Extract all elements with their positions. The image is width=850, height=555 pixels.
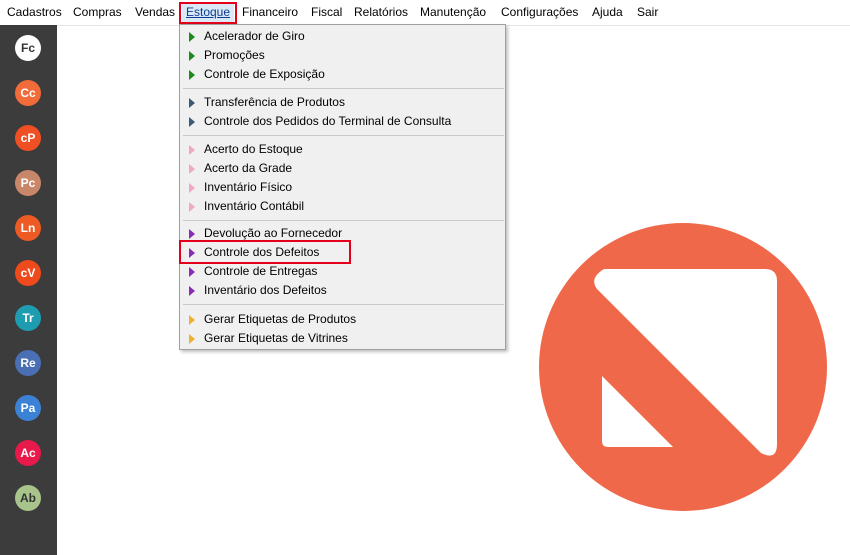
sidebar: Fc Cc cP Pc Ln cV Tr Re Pa Ac Ab xyxy=(0,25,57,555)
arrow-right-icon xyxy=(189,315,195,325)
sidebar-button-ab[interactable]: Ab xyxy=(15,485,41,511)
sidebar-button-pc[interactable]: Pc xyxy=(15,170,41,196)
menu-item-label: Controle de Exposição xyxy=(204,67,325,81)
arrow-right-icon xyxy=(189,267,195,277)
sidebar-button-ln[interactable]: Ln xyxy=(15,215,41,241)
menu-estoque[interactable]: Estoque xyxy=(182,3,235,22)
arrow-right-icon xyxy=(189,70,195,80)
menu-compras[interactable]: Compras xyxy=(73,3,122,22)
arrow-right-icon xyxy=(189,32,195,42)
menu-item-label: Inventário Contábil xyxy=(204,199,305,213)
menu-bar: Cadastros Compras Vendas Estoque Finance… xyxy=(0,0,850,26)
menu-item-acerto-da-grade[interactable]: Acerto da Grade xyxy=(180,159,505,178)
arrow-right-icon xyxy=(189,229,195,239)
menu-separator xyxy=(183,135,504,136)
menu-item-label: Inventário Físico xyxy=(204,180,293,194)
menu-item-label: Acelerador de Giro xyxy=(204,29,305,43)
menu-item-inventario-fisico[interactable]: Inventário Físico xyxy=(180,178,505,197)
menu-item-label: Controle de Entregas xyxy=(204,264,318,278)
sidebar-button-pa[interactable]: Pa xyxy=(15,395,41,421)
arrow-right-icon xyxy=(189,145,195,155)
arrow-right-icon xyxy=(189,164,195,174)
menu-item-controle-de-entregas[interactable]: Controle de Entregas xyxy=(180,262,505,281)
menu-manutencao[interactable]: Manutenção xyxy=(420,3,486,22)
menu-item-devolucao-ao-fornecedor[interactable]: Devolução ao Fornecedor xyxy=(180,224,505,243)
menu-configuracoes[interactable]: Configurações xyxy=(501,3,578,22)
menu-item-acelerador-de-giro[interactable]: Acelerador de Giro xyxy=(180,27,505,46)
brand-logo xyxy=(539,223,827,511)
menu-separator xyxy=(183,220,504,221)
sidebar-button-fc[interactable]: Fc xyxy=(15,35,41,61)
sidebar-button-re[interactable]: Re xyxy=(15,350,41,376)
arrow-right-icon xyxy=(189,183,195,193)
menu-item-controle-dos-defeitos[interactable]: Controle dos Defeitos xyxy=(180,243,505,262)
menu-relatorios[interactable]: Relatórios xyxy=(354,3,408,22)
menu-item-label: Devolução ao Fornecedor xyxy=(204,226,343,240)
menu-item-label: Transferência de Produtos xyxy=(204,95,345,109)
sidebar-button-tr[interactable]: Tr xyxy=(15,305,41,331)
menu-item-label: Controle dos Defeitos xyxy=(204,245,320,259)
menu-item-label: Gerar Etiquetas de Vitrines xyxy=(204,331,348,345)
menu-item-controle-dos-pedidos[interactable]: Controle dos Pedidos do Terminal de Cons… xyxy=(180,112,505,131)
menu-item-inventario-contabil[interactable]: Inventário Contábil xyxy=(180,197,505,216)
menu-item-controle-de-exposicao[interactable]: Controle de Exposição xyxy=(180,65,505,84)
menu-item-label: Acerto da Grade xyxy=(204,161,293,175)
menu-item-inventario-dos-defeitos[interactable]: Inventário dos Defeitos xyxy=(180,281,505,300)
menu-separator xyxy=(183,88,504,89)
estoque-dropdown-menu: Acelerador de Giro Promoções Controle de… xyxy=(179,24,506,350)
arrow-right-icon xyxy=(189,51,195,61)
arrow-right-icon xyxy=(189,117,195,127)
menu-item-label: Acerto do Estoque xyxy=(204,142,303,156)
arrow-right-icon xyxy=(189,334,195,344)
menu-cadastros[interactable]: Cadastros xyxy=(7,3,62,22)
menu-sair[interactable]: Sair xyxy=(637,3,658,22)
menu-estoque-label: Estoque xyxy=(186,5,231,19)
menu-vendas[interactable]: Vendas xyxy=(135,3,175,22)
arrow-right-icon xyxy=(189,202,195,212)
menu-item-label: Controle dos Pedidos do Terminal de Cons… xyxy=(204,114,452,128)
arrow-right-icon xyxy=(189,286,195,296)
menu-item-gerar-etiquetas-de-vitrines[interactable]: Gerar Etiquetas de Vitrines xyxy=(180,329,505,348)
menu-ajuda[interactable]: Ajuda xyxy=(592,3,623,22)
arrow-right-icon xyxy=(189,248,195,258)
sidebar-button-cc[interactable]: Cc xyxy=(15,80,41,106)
menu-financeiro[interactable]: Financeiro xyxy=(242,3,298,22)
menu-item-promocoes[interactable]: Promoções xyxy=(180,46,505,65)
arrow-right-icon xyxy=(189,98,195,108)
sidebar-button-cv[interactable]: cV xyxy=(15,260,41,286)
menu-item-transferencia-de-produtos[interactable]: Transferência de Produtos xyxy=(180,93,505,112)
menu-item-label: Gerar Etiquetas de Produtos xyxy=(204,312,357,326)
sidebar-button-ac[interactable]: Ac xyxy=(15,440,41,466)
menu-item-acerto-do-estoque[interactable]: Acerto do Estoque xyxy=(180,140,505,159)
menu-item-gerar-etiquetas-de-produtos[interactable]: Gerar Etiquetas de Produtos xyxy=(180,310,505,329)
menu-item-label: Inventário dos Defeitos xyxy=(204,283,327,297)
menu-fiscal[interactable]: Fiscal xyxy=(311,3,342,22)
menu-item-label: Promoções xyxy=(204,48,265,62)
menu-separator xyxy=(183,304,504,305)
sidebar-button-cp[interactable]: cP xyxy=(15,125,41,151)
